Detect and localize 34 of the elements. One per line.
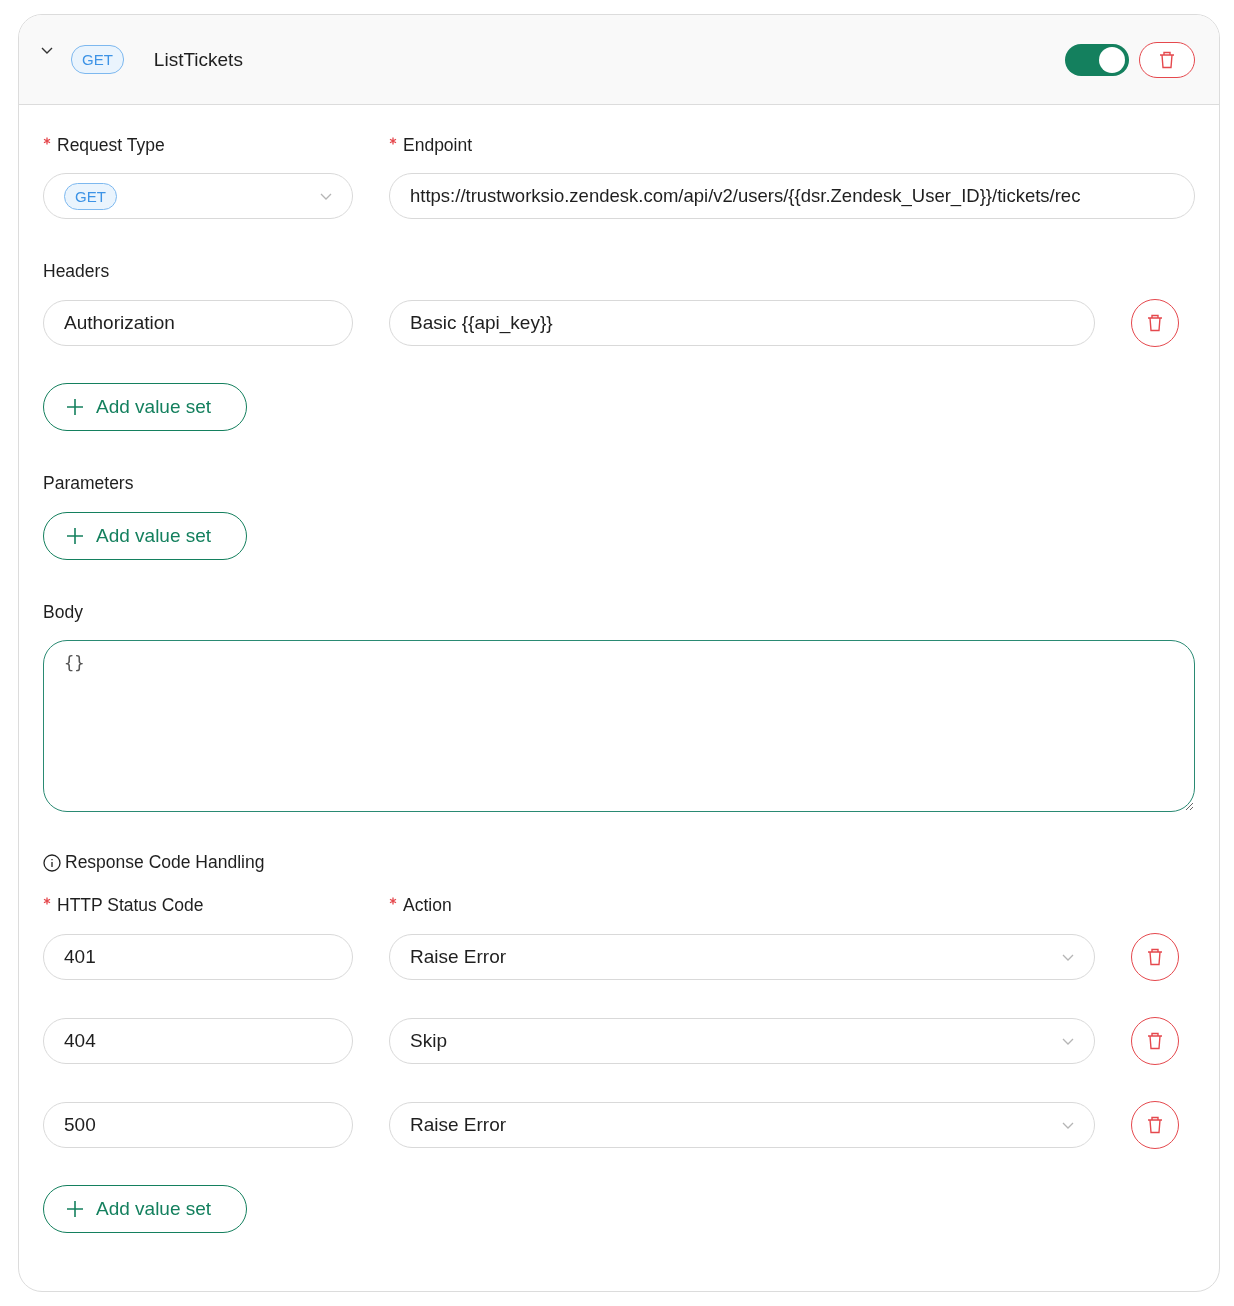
add-value-set-button[interactable]: Add value set [43, 383, 247, 431]
section-label: Headers [43, 259, 111, 283]
trash-icon [1159, 50, 1175, 69]
trash-icon [1147, 1032, 1163, 1050]
delete-button[interactable] [1131, 1101, 1179, 1149]
trash-icon [1147, 314, 1163, 332]
plus-icon [66, 1200, 84, 1218]
info-icon [43, 853, 61, 872]
trash-icon [1147, 1116, 1163, 1134]
method-badge: GET [71, 45, 124, 74]
section-label: Parameters [43, 471, 135, 495]
plus-icon [66, 398, 84, 416]
field-label: Action [403, 894, 452, 916]
section-label: Body [43, 600, 84, 624]
field-label: Request Type [57, 134, 165, 156]
field-label: Endpoint [403, 134, 473, 156]
delete-button[interactable] [1131, 933, 1179, 981]
chevron-down-icon [1062, 953, 1074, 961]
plus-icon [66, 527, 84, 545]
delete-button[interactable] [1139, 41, 1195, 78]
add-value-set-button[interactable]: Add value set [43, 1185, 247, 1233]
chevron-down-icon [1062, 1037, 1074, 1045]
section-label: Response Code Handling [65, 852, 265, 873]
field-label: HTTP Status Code [57, 894, 204, 916]
chevron-down-icon [320, 192, 332, 200]
delete-button[interactable] [1131, 1017, 1179, 1065]
chevron-down-icon [1062, 1121, 1074, 1129]
trash-icon [1147, 948, 1163, 966]
method-badge: GET [64, 182, 117, 210]
endpoint-name: ListTickets [153, 48, 244, 71]
delete-button[interactable] [1131, 299, 1179, 347]
enable-toggle[interactable] [1065, 43, 1129, 76]
body-textarea[interactable]: {} [43, 640, 1195, 812]
add-value-set-button[interactable]: Add value set [43, 512, 247, 560]
